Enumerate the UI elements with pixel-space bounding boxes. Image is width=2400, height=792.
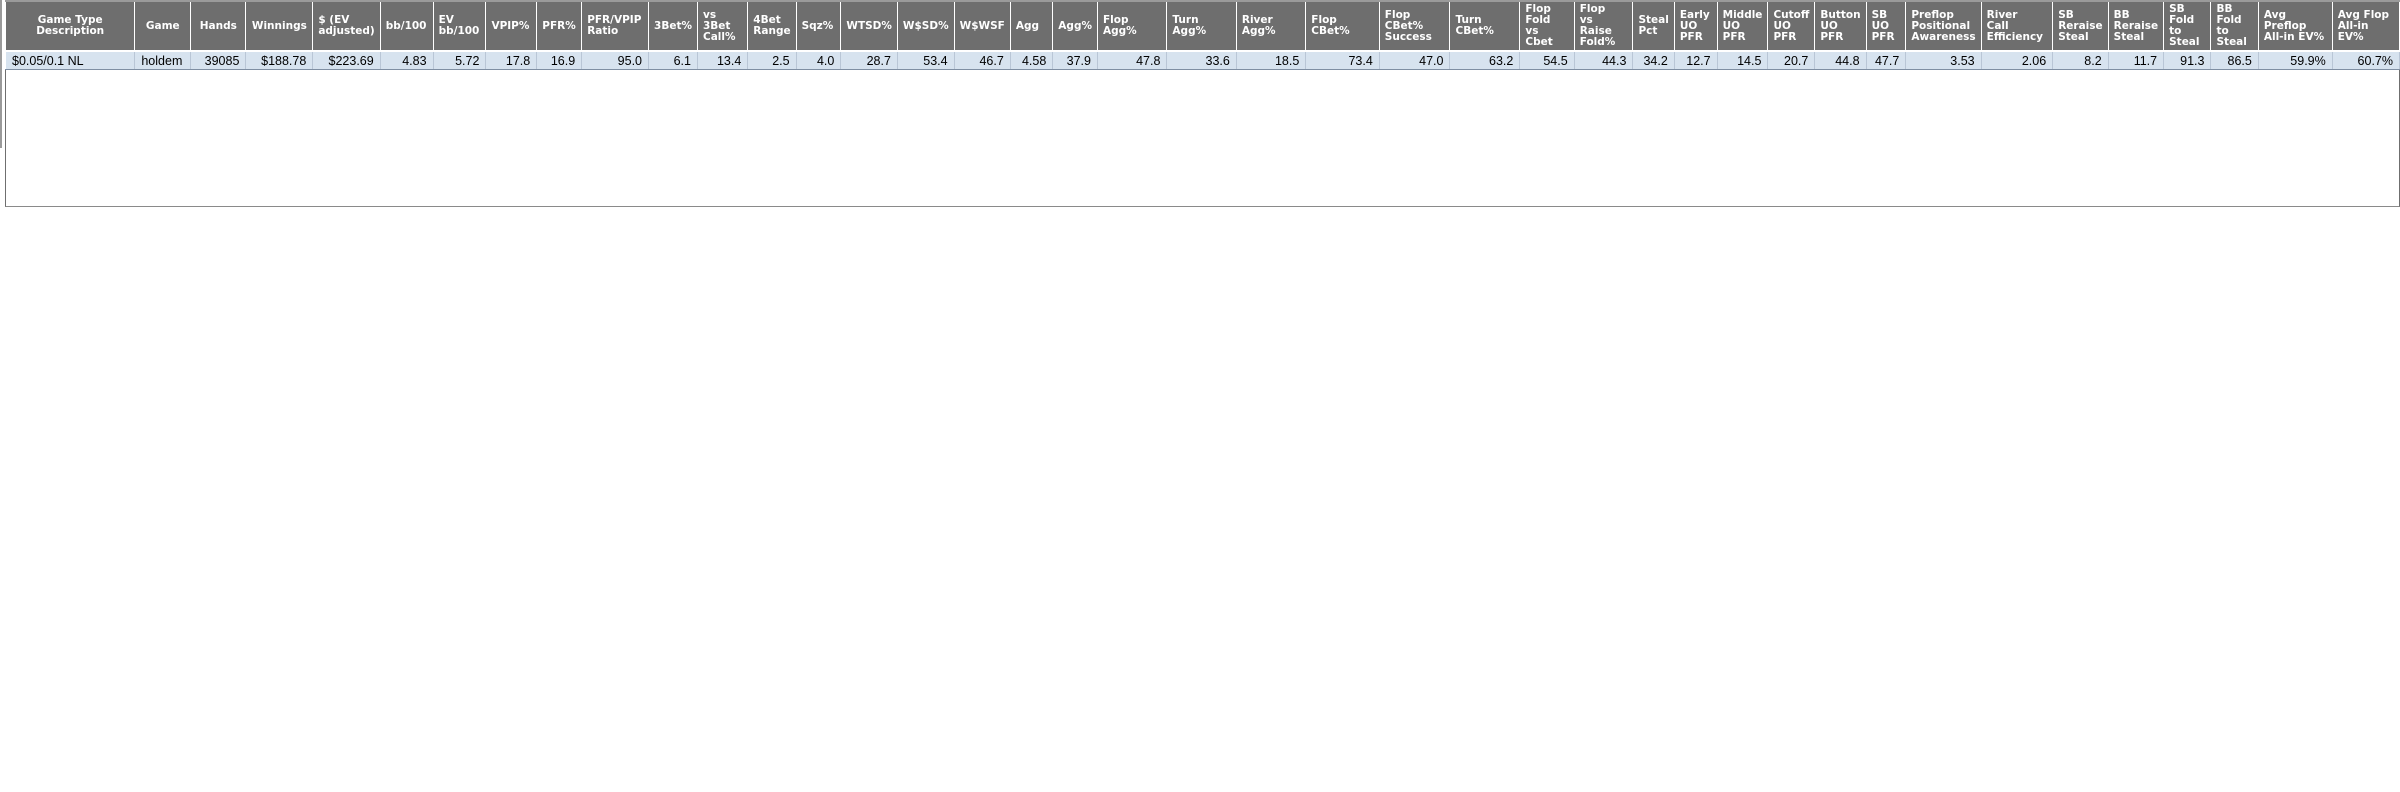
cell-pfr-vpip-ratio: 95.0 [581, 51, 650, 70]
column-header-avg-flop-all-in-ev[interactable]: Avg Flop All-in EV% [2331, 0, 2400, 52]
column-header-button-uo-pfr[interactable]: Button UO PFR [1814, 0, 1867, 52]
cell-bb-100: 4.83 [379, 51, 434, 70]
column-header-hands[interactable]: Hands [190, 0, 247, 52]
cell-hands: 39085 [190, 51, 247, 70]
cell-button-uo-pfr: 44.8 [1814, 51, 1867, 70]
cell-agg: 37.9 [1052, 51, 1098, 70]
column-header-game-type-description[interactable]: Game Type Description [4, 0, 136, 52]
left-border [0, 0, 2, 148]
cell-wtsd: 28.7 [840, 51, 898, 70]
column-header-turn-agg[interactable]: Turn Agg% [1166, 0, 1237, 52]
cell-agg: 4.58 [1009, 51, 1054, 70]
column-header-vpip[interactable]: VPIP% [485, 0, 538, 52]
cell-sb-fold-to-steal: 91.3 [2163, 51, 2212, 70]
column-header-sb-reraise-steal[interactable]: SB Reraise Steal [2052, 0, 2109, 52]
stats-table: Game Type Description Game Hands Winnings $ … [4, 0, 2400, 70]
column-header-river-call-efficiency[interactable]: River Call Efficiency [1980, 0, 2054, 52]
cell-middle-uo-pfr: 14.5 [1716, 51, 1769, 70]
column-header-cutoff-uo-pfr[interactable]: Cutoff UO PFR [1767, 0, 1816, 52]
column-header-w-sd[interactable]: W$SD% [896, 0, 955, 52]
column-header-game[interactable]: Game [134, 0, 192, 52]
column-header-early-uo-pfr[interactable]: Early UO PFR [1673, 0, 1718, 52]
cell-preflop-positional-awareness: 3.53 [1905, 51, 1982, 70]
cell-game: holdem [134, 51, 192, 70]
column-header-flop-vs-raise-fold[interactable]: Flop vs Raise Fold% [1573, 0, 1634, 52]
column-header-agg[interactable]: Agg [1009, 0, 1054, 52]
column-header-4bet-range[interactable]: 4Bet Range [747, 0, 797, 52]
column-header-pfr-vpip-ratio[interactable]: PFR/VPIP Ratio [581, 0, 650, 52]
column-header-flop-cbet-success[interactable]: Flop CBet% Success [1378, 0, 1451, 52]
cell-winnings: $188.78 [245, 51, 314, 70]
cell-w-sd: 53.4 [896, 51, 955, 70]
cell-sqz: 4.0 [795, 51, 842, 70]
cell-early-uo-pfr: 12.7 [1673, 51, 1718, 70]
cell-game-type-description: $0.05/0.1 NL [4, 51, 136, 70]
table-row[interactable]: $0.05/0.1 NL holdem 39085 $188.78 $223.69 4.8… [4, 51, 2400, 70]
cell-river-agg: 18.5 [1235, 51, 1307, 70]
cell-bb-fold-to-steal: 86.5 [2210, 51, 2259, 70]
cell-vs-3bet-call: 13.4 [696, 51, 749, 70]
header-row: Game Type Description Game Hands Winnings $ … [4, 0, 2400, 52]
cell-sb-uo-pfr: 47.7 [1865, 51, 1907, 70]
cell-bb-reraise-steal: 11.7 [2107, 51, 2165, 70]
cell-flop-agg: 47.8 [1096, 51, 1168, 70]
column-header-flop-agg[interactable]: Flop Agg% [1096, 0, 1168, 52]
column-header-river-agg[interactable]: River Agg% [1235, 0, 1307, 52]
column-header-preflop-positional-awareness[interactable]: Preflop Positional Awareness [1905, 0, 1982, 52]
column-header-sqz[interactable]: Sqz% [795, 0, 842, 52]
column-header-wtsd[interactable]: WTSD% [840, 0, 898, 52]
cell-4bet-range: 2.5 [747, 51, 797, 70]
column-header-agg[interactable]: Agg% [1052, 0, 1098, 52]
column-header-flop-fold-vs-cbet[interactable]: Flop Fold vs Cbet [1519, 0, 1575, 52]
column-header-steal-pct[interactable]: Steal Pct [1632, 0, 1675, 52]
column-header-middle-uo-pfr[interactable]: Middle UO PFR [1716, 0, 1769, 52]
column-header-bb-100[interactable]: bb/100 [379, 0, 434, 52]
column-header-3bet[interactable]: 3Bet% [648, 0, 698, 52]
column-header-bb-fold-to-steal[interactable]: BB Fold to Steal [2210, 0, 2259, 52]
column-header-sb-uo-pfr[interactable]: SB UO PFR [1865, 0, 1907, 52]
cell-flop-vs-raise-fold: 44.3 [1573, 51, 1634, 70]
cell-ev-bb-100: 5.72 [432, 51, 487, 70]
column-header-pfr[interactable]: PFR% [536, 0, 583, 52]
column-header-bb-reraise-steal[interactable]: BB Reraise Steal [2107, 0, 2165, 52]
cell-cutoff-uo-pfr: 20.7 [1767, 51, 1816, 70]
column-header-avg-preflop-all-in-ev[interactable]: Avg Preflop All-in EV% [2257, 0, 2333, 52]
column-header-w-wsf[interactable]: W$WSF [953, 0, 1011, 52]
column-header-ev-adjusted[interactable]: $ (EV adjusted) [312, 0, 381, 52]
column-header-sb-fold-to-steal[interactable]: SB Fold to Steal [2163, 0, 2212, 52]
column-header-vs-3bet-call[interactable]: vs 3Bet Call% [696, 0, 749, 52]
cell-flop-cbet: 73.4 [1305, 51, 1380, 70]
cell-turn-cbet: 63.2 [1449, 51, 1521, 70]
cell-avg-flop-all-in-ev: 60.7% [2331, 51, 2400, 70]
cell-river-call-efficiency: 2.06 [1980, 51, 2054, 70]
cell-flop-cbet-success: 47.0 [1378, 51, 1451, 70]
column-header-ev-bb-100[interactable]: EV bb/100 [432, 0, 487, 52]
cell-sb-reraise-steal: 8.2 [2052, 51, 2109, 70]
column-header-flop-cbet[interactable]: Flop CBet% [1305, 0, 1380, 52]
column-header-turn-cbet[interactable]: Turn CBet% [1449, 0, 1521, 52]
column-header-winnings[interactable]: Winnings [245, 0, 314, 52]
cell-vpip: 17.8 [485, 51, 538, 70]
cell-turn-agg: 33.6 [1166, 51, 1237, 70]
cell-w-wsf: 46.7 [953, 51, 1011, 70]
cell-3bet: 6.1 [648, 51, 698, 70]
cell-avg-preflop-all-in-ev: 59.9% [2257, 51, 2333, 70]
cell-ev-adjusted: $223.69 [312, 51, 381, 70]
cell-steal-pct: 34.2 [1632, 51, 1675, 70]
cell-pfr: 16.9 [536, 51, 583, 70]
cell-flop-fold-vs-cbet: 54.5 [1519, 51, 1575, 70]
